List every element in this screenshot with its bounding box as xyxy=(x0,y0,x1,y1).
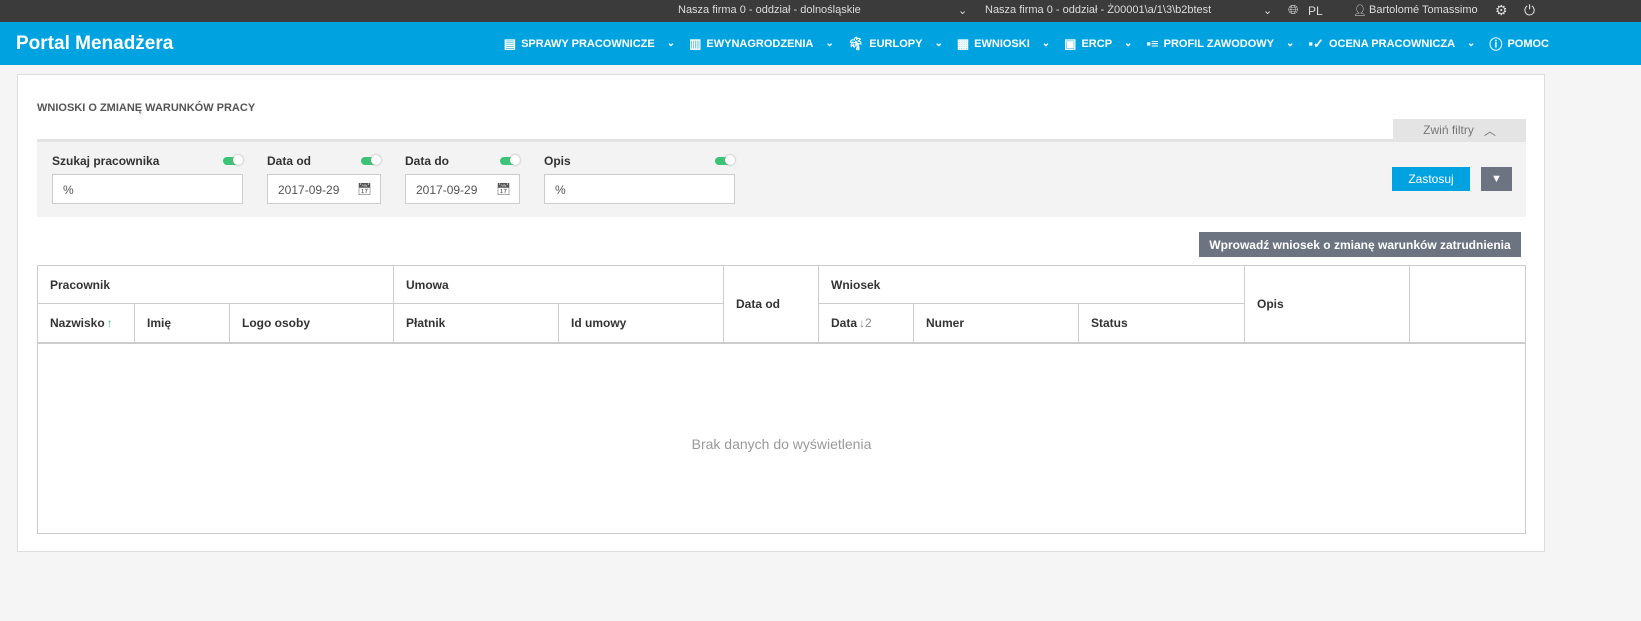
date-from-toggle[interactable] xyxy=(361,155,381,165)
nav-label: EWYNAGRODZENIA xyxy=(706,37,814,50)
nav-label: OCENA PRACOWNICZA xyxy=(1328,37,1456,50)
filter-label: Szukaj pracownika xyxy=(52,154,160,168)
chevron-down-icon[interactable]: ⌄ xyxy=(1263,4,1272,17)
content-card: WNIOSKI O ZMIANĘ WARUNKÓW PRACY Zwiń fil… xyxy=(17,74,1545,552)
collapse-filters-label: Zwiń filtry xyxy=(1423,123,1474,137)
filter-employee: Szukaj pracownika % xyxy=(52,154,243,204)
empty-message: Brak danych do wyświetlenia xyxy=(691,436,872,452)
desc-input[interactable]: % xyxy=(544,174,735,204)
col-surname[interactable]: Nazwisko ↑ xyxy=(38,304,135,343)
company-selector-1[interactable]: Nasza firma 0 - oddział - dolnośląskie xyxy=(678,4,861,16)
nav-profil-zawodowy[interactable]: ▪≡ PROFIL ZAWODOWY ⌄ xyxy=(1146,36,1294,51)
help-icon: ⓘ xyxy=(1489,37,1503,52)
col-status[interactable]: Status xyxy=(1079,304,1245,343)
filter-icon[interactable]: ▼ xyxy=(1481,167,1512,191)
desc-toggle[interactable] xyxy=(715,155,735,165)
nav-ercp[interactable]: ▣ ERCP ⌄ xyxy=(1064,36,1132,52)
date-value: 2017-09-29 xyxy=(278,183,340,197)
filter-panel: Szukaj pracownika % Data od 2017-09-29 📅︎… xyxy=(37,139,1526,217)
col-date[interactable]: Data ↓2 xyxy=(819,304,914,343)
user-icon: 👤︎ xyxy=(1353,5,1367,17)
calendar-icon[interactable]: 📅︎ xyxy=(496,182,511,196)
power-icon[interactable]: ⏻ xyxy=(1524,2,1535,19)
collapse-filters-button[interactable]: Zwiń filtry ︿ xyxy=(1393,119,1526,141)
globe-icon[interactable]: 🌐︎ xyxy=(1288,2,1298,18)
calendar-icon[interactable]: 📅︎ xyxy=(357,182,372,196)
date-to-toggle[interactable] xyxy=(500,155,520,165)
brand-logo[interactable]: Portal Menadżera xyxy=(16,33,173,55)
user-check-icon: ▪✓ xyxy=(1308,35,1324,51)
employee-toggle[interactable] xyxy=(223,155,243,165)
nav-label: POMOC xyxy=(1507,37,1549,50)
filter-date-from: Data od 2017-09-29 📅︎ xyxy=(267,154,381,204)
filter-desc: Opis % xyxy=(544,154,735,204)
header-divider xyxy=(38,342,1525,344)
col-desc[interactable]: Opis xyxy=(1245,266,1410,343)
date-from-input[interactable]: 2017-09-29 📅︎ xyxy=(267,174,381,204)
chevron-up-icon: ︿ xyxy=(1483,123,1496,138)
date-to-input[interactable]: 2017-09-29 📅︎ xyxy=(405,174,520,204)
col-actions xyxy=(1410,266,1526,343)
sort-desc-icon: ↓2 xyxy=(859,316,872,330)
nav-ewynagrodzenia[interactable]: ▥ EWYNAGRODZENIA ⌄ xyxy=(689,36,834,52)
col-name[interactable]: Imię xyxy=(135,304,230,343)
nav-label: SPRAWY PRACOWNICZE xyxy=(521,37,655,50)
user-name[interactable]: Bartolomé Tomassimo xyxy=(1369,4,1478,16)
chevron-down-icon: ⌄ xyxy=(934,38,943,49)
nav-ewnioski[interactable]: ▦ EWNIOSKI ⌄ xyxy=(957,36,1050,52)
col-number[interactable]: Numer xyxy=(914,304,1079,343)
top-bar: Nasza firma 0 - oddział - dolnośląskie ⌄… xyxy=(0,0,1641,22)
profile-icon: ▪≡ xyxy=(1146,36,1159,51)
filter-date-to: Data do 2017-09-29 📅︎ xyxy=(405,154,520,204)
col-date-from[interactable]: Data od xyxy=(724,266,819,343)
group-request: Wniosek xyxy=(819,266,1245,304)
chevron-down-icon: ⌄ xyxy=(825,38,834,49)
chevron-down-icon: ⌄ xyxy=(1467,38,1476,49)
col-label: Nazwisko xyxy=(50,316,105,330)
palm-icon: 🌴︎ xyxy=(847,35,865,51)
col-logo[interactable]: Logo osoby xyxy=(230,304,394,343)
chevron-down-icon[interactable]: ⌄ xyxy=(958,4,967,17)
col-payer[interactable]: Płatnik xyxy=(394,304,559,343)
book-icon: ▥ xyxy=(689,35,702,51)
company-selector-2[interactable]: Nasza firma 0 - oddział - Ż00001\a/1\3\b… xyxy=(985,4,1211,16)
language-selector[interactable]: PL xyxy=(1308,4,1323,18)
nav-label: PROFIL ZAWODOWY xyxy=(1163,37,1275,50)
nav-eurlopy[interactable]: 🌴︎ EURLOPY ⌄ xyxy=(848,36,943,52)
page-title: WNIOSKI O ZMIANĘ WARUNKÓW PRACY xyxy=(37,102,256,114)
filter-label: Opis xyxy=(544,154,571,168)
add-request-button[interactable]: Wprowadź wniosek o zmianę warunków zatru… xyxy=(1199,232,1521,257)
chevron-down-icon: ⌄ xyxy=(1041,38,1051,49)
col-contract-id[interactable]: Id umowy xyxy=(559,304,724,343)
gear-icon[interactable]: ⚙ xyxy=(1495,2,1508,19)
employee-search-input[interactable]: % xyxy=(52,174,243,204)
apply-button[interactable]: Zastosuj xyxy=(1392,167,1470,191)
chevron-down-icon: ⌄ xyxy=(1286,38,1295,49)
main-nav: Portal Menadżera ▤ SPRAWY PRACOWNICZE ⌄ ▥ E… xyxy=(0,22,1641,65)
nav-label: ERCP xyxy=(1081,37,1113,50)
col-label: Data xyxy=(831,316,858,330)
date-value: 2017-09-29 xyxy=(416,183,478,197)
chevron-down-icon: ⌄ xyxy=(666,38,676,49)
calendar-icon: ▣ xyxy=(1064,35,1077,51)
clipboard-icon: ▦ xyxy=(956,35,970,51)
sort-asc-icon: ↑ xyxy=(106,316,113,330)
nav-label: EURLOPY xyxy=(869,37,923,50)
group-contract: Umowa xyxy=(394,266,724,304)
document-icon: ▤ xyxy=(503,35,517,51)
nav-label: EWNIOSKI xyxy=(974,37,1030,50)
nav-ocena-pracownicza[interactable]: ▪✓ OCENA PRACOWNICZA ⌄ xyxy=(1308,36,1475,52)
requests-table: Pracownik Umowa Data od Wniosek Opis Naz… xyxy=(37,265,1526,534)
nav-pomoc[interactable]: ⓘ POMOC xyxy=(1489,34,1549,53)
nav-sprawy-pracownicze[interactable]: ▤ SPRAWY PRACOWNICZE ⌄ xyxy=(504,36,675,52)
chevron-down-icon: ⌄ xyxy=(1124,38,1133,49)
group-employee: Pracownik xyxy=(38,266,394,304)
